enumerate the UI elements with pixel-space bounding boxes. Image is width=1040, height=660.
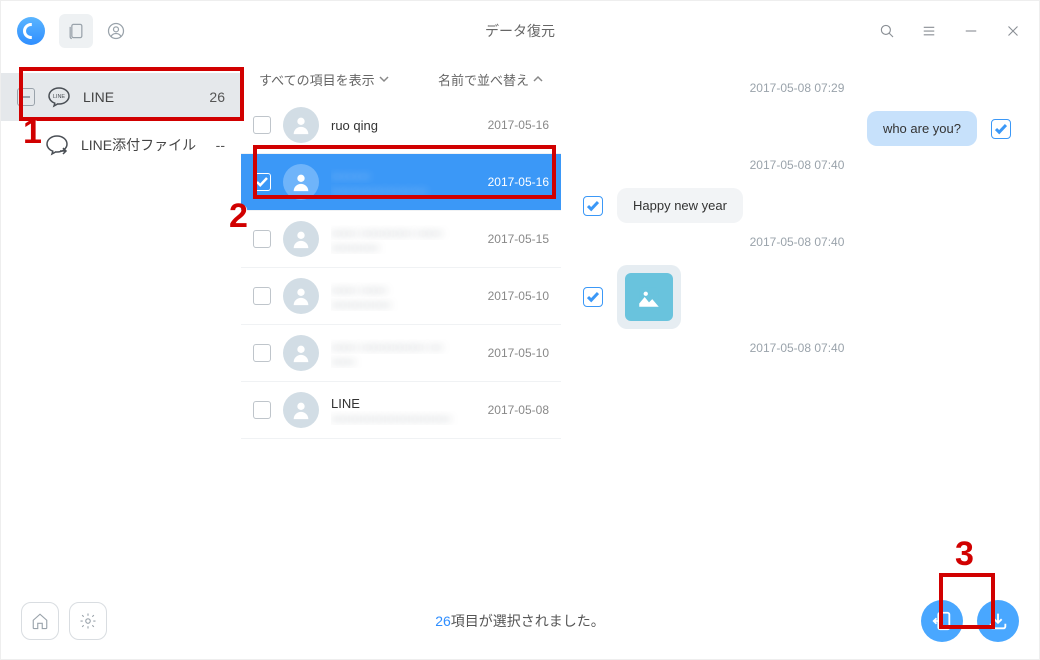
- row-checkbox[interactable]: [253, 230, 271, 248]
- line-attachment-icon: [45, 133, 69, 157]
- conv-sub: —————: [331, 297, 480, 311]
- conversation-row[interactable]: ——————————— 2017-05-16: [241, 154, 561, 211]
- chat-message-out[interactable]: who are you?: [583, 111, 1011, 146]
- settings-button[interactable]: [69, 602, 107, 640]
- conv-date: 2017-05-08: [488, 403, 549, 417]
- collapse-toggle-icon[interactable]: [17, 88, 35, 106]
- header-tab-2-icon[interactable]: [99, 14, 133, 48]
- conv-date: 2017-05-16: [488, 118, 549, 132]
- conv-name: ———: [331, 168, 480, 183]
- conversation-row[interactable]: —— ————— ——— 2017-05-10: [241, 325, 561, 382]
- chat-timestamp: 2017-05-08 07:40: [583, 158, 1011, 172]
- sidebar: LINE LINE 26 LINE添付ファイル --: [1, 61, 241, 581]
- conv-sub: ——: [331, 354, 480, 368]
- avatar-icon: [283, 107, 319, 143]
- row-checkbox[interactable]: [253, 173, 271, 191]
- conv-sub: ————————: [331, 183, 480, 197]
- minimize-icon[interactable]: [961, 22, 981, 40]
- sidebar-item-line[interactable]: LINE LINE 26: [1, 73, 241, 121]
- message-checkbox[interactable]: [583, 287, 603, 307]
- svg-text:LINE: LINE: [53, 94, 66, 100]
- conversation-row[interactable]: —— ——————— 2017-05-10: [241, 268, 561, 325]
- restore-to-device-button[interactable]: [921, 600, 963, 642]
- conversation-row[interactable]: —— ———— —————— 2017-05-15: [241, 211, 561, 268]
- row-checkbox[interactable]: [253, 344, 271, 362]
- conv-name: ruo qing: [331, 118, 480, 133]
- chevron-up-icon: [533, 74, 543, 84]
- sidebar-item-label: LINE添付ファイル: [81, 135, 196, 155]
- row-checkbox[interactable]: [253, 401, 271, 419]
- chat-timestamp: 2017-05-08 07:29: [583, 81, 1011, 95]
- sidebar-item-count: 26: [209, 89, 225, 105]
- message-checkbox[interactable]: [583, 196, 603, 216]
- conv-date: 2017-05-16: [488, 175, 549, 189]
- chat-bubble: Happy new year: [617, 188, 743, 223]
- close-icon[interactable]: [1003, 22, 1023, 40]
- avatar-icon: [283, 392, 319, 428]
- chat-image-bubble: [617, 265, 681, 329]
- chat-timestamp: 2017-05-08 07:40: [583, 235, 1011, 249]
- avatar-icon: [283, 164, 319, 200]
- conversation-list: すべての項目を表示 名前で並べ替え ruo qing2017-05-16————…: [241, 61, 561, 581]
- chat-bubble: who are you?: [867, 111, 977, 146]
- conv-name: —— ———— ——: [331, 225, 480, 240]
- image-placeholder-icon: [625, 273, 673, 321]
- line-app-icon: LINE: [47, 85, 71, 109]
- header-tab-1-icon[interactable]: [59, 14, 93, 48]
- message-checkbox[interactable]: [991, 119, 1011, 139]
- conversation-row[interactable]: ruo qing 2017-05-16: [241, 97, 561, 154]
- conv-sub: ——————————: [331, 411, 480, 425]
- avatar-icon: [283, 221, 319, 257]
- conversation-row[interactable]: LINE—————————— 2017-05-08: [241, 382, 561, 439]
- selection-status: 26項目が選択されました。: [435, 611, 605, 631]
- search-icon[interactable]: [877, 22, 897, 40]
- conv-name: —— ——: [331, 282, 480, 297]
- chat-pane: 2017-05-08 07:29 who are you? 2017-05-08…: [561, 61, 1039, 581]
- chevron-down-icon: [379, 74, 389, 84]
- sort-dropdown[interactable]: 名前で並べ替え: [438, 70, 543, 89]
- row-checkbox[interactable]: [253, 287, 271, 305]
- chat-timestamp: 2017-05-08 07:40: [583, 341, 1011, 355]
- app-logo: [17, 17, 45, 45]
- row-checkbox[interactable]: [253, 116, 271, 134]
- page-title: データ復元: [485, 21, 555, 41]
- conv-date: 2017-05-10: [488, 346, 549, 360]
- export-button[interactable]: [977, 600, 1019, 642]
- footer: 26項目が選択されました。: [1, 581, 1039, 660]
- conv-name: —— ————— —: [331, 339, 480, 354]
- conv-date: 2017-05-15: [488, 232, 549, 246]
- conv-date: 2017-05-10: [488, 289, 549, 303]
- avatar-icon: [283, 335, 319, 371]
- chat-message-in[interactable]: Happy new year: [583, 188, 1011, 223]
- conv-sub: ————: [331, 240, 480, 254]
- menu-icon[interactable]: [919, 22, 939, 40]
- sidebar-item-line-attachments[interactable]: LINE添付ファイル --: [1, 121, 241, 169]
- chat-message-in[interactable]: [583, 265, 1011, 329]
- sidebar-item-count: --: [216, 137, 225, 153]
- sidebar-item-label: LINE: [83, 89, 114, 105]
- avatar-icon: [283, 278, 319, 314]
- home-button[interactable]: [21, 602, 59, 640]
- conv-name: LINE: [331, 396, 480, 411]
- filter-dropdown[interactable]: すべての項目を表示: [259, 70, 389, 89]
